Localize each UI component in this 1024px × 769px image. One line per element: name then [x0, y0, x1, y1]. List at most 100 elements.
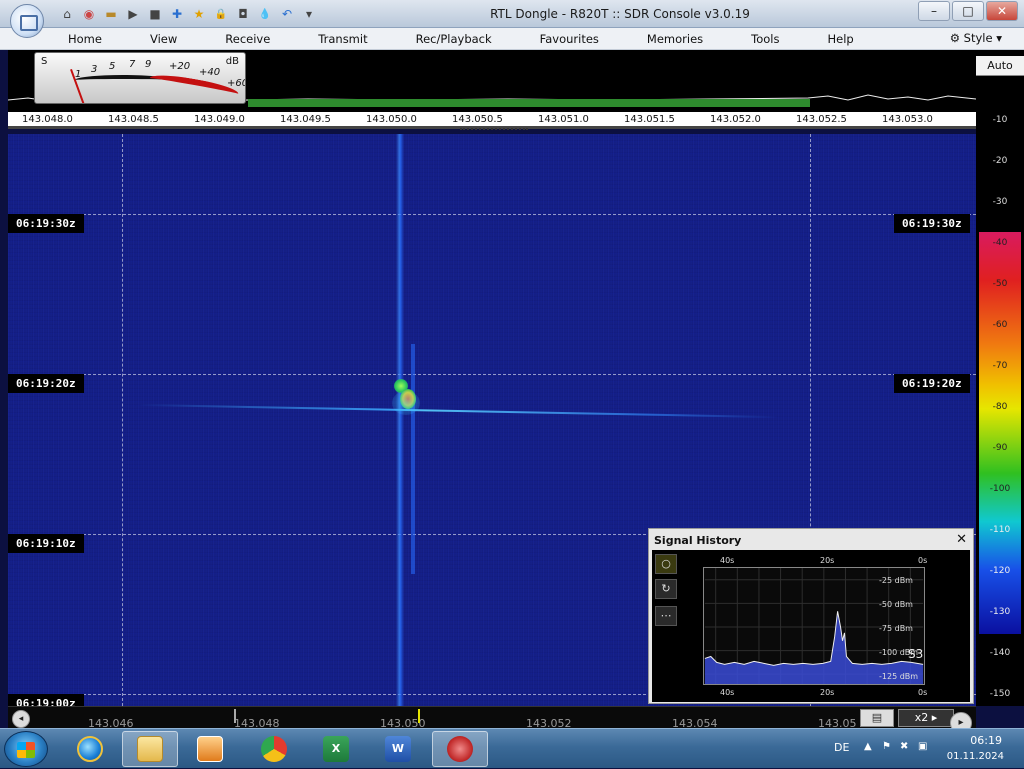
camera-icon[interactable]: ◘	[234, 5, 252, 23]
x-axis-label: 0s	[918, 556, 928, 565]
frequency-tick: 143.053.0	[882, 114, 933, 125]
drop-icon[interactable]: 💧	[256, 5, 274, 23]
close-icon[interactable]: ✕	[956, 532, 967, 547]
tuning-marker[interactable]	[460, 128, 528, 130]
spectrum-display[interactable]: S dB 1 3 5 7 9 +20 +40 +60	[8, 50, 976, 112]
s-reading: S3	[908, 647, 924, 661]
add-icon[interactable]: ✚	[168, 5, 186, 23]
start-button[interactable]	[4, 731, 48, 767]
flag-icon[interactable]: ⚑	[882, 741, 896, 755]
excel-icon: X	[323, 736, 349, 762]
home-icon[interactable]: ⌂	[58, 5, 76, 23]
reset-button[interactable]: ↻	[655, 579, 677, 599]
menu-view[interactable]: View	[126, 32, 201, 46]
frequency-tick: 143.050.5	[452, 114, 503, 125]
menu-bar: Home View Receive Transmit Rec/Playback …	[0, 28, 1024, 50]
taskbar-sdr-console[interactable]	[432, 731, 488, 767]
radio-tower-icon	[447, 736, 473, 762]
grid-line	[8, 214, 976, 215]
frequency-tick: 143.049.0	[194, 114, 245, 125]
style-icon: ⚙	[949, 31, 964, 45]
maximize-button[interactable]: □	[952, 1, 984, 21]
play-icon[interactable]: ▶	[124, 5, 142, 23]
menu-memories[interactable]: Memories	[623, 32, 727, 46]
time-label: 06:19:00z	[8, 694, 84, 706]
taskbar-internet-explorer[interactable]	[62, 731, 118, 767]
network-icon[interactable]: ▣	[918, 741, 932, 755]
style-menu[interactable]: ⚙ Style ▾	[950, 31, 1002, 45]
s-meter-scale-label: 3	[91, 64, 98, 75]
s-meter-scale-label: 5	[109, 61, 116, 72]
taskbar-excel[interactable]: X	[308, 731, 364, 767]
x-axis-label: 20s	[820, 688, 835, 697]
style-label: Style	[963, 31, 993, 45]
s-meter-scale-label: 7	[129, 59, 136, 70]
doppler-trace	[138, 403, 778, 419]
language-indicator[interactable]: DE	[834, 741, 849, 754]
menu-help[interactable]: Help	[803, 32, 877, 46]
menu-favourites[interactable]: Favourites	[516, 32, 623, 46]
app-logo-icon[interactable]	[10, 4, 44, 38]
zoom-button[interactable]: x2 ▸	[898, 709, 954, 727]
minimize-button[interactable]: –	[918, 1, 950, 21]
dropdown-icon[interactable]: ▾	[300, 5, 318, 23]
db-tick: -10	[992, 115, 1008, 125]
frequency-tick: 143.048.5	[108, 114, 159, 125]
taskbar: X W DE ▲ ⚑ ✖ ▣ 06:19 01.11.2024	[0, 728, 1024, 768]
auto-level-button[interactable]: Auto	[976, 56, 1024, 76]
menu-home[interactable]: Home	[44, 32, 126, 46]
taskbar-file-explorer[interactable]	[122, 731, 178, 767]
s-meter: S dB 1 3 5 7 9 +20 +40 +60	[34, 52, 246, 104]
s-meter-scale-label: +40	[199, 67, 221, 78]
taskbar-media-player[interactable]	[182, 731, 238, 767]
folder-icon[interactable]: ▬	[102, 5, 120, 23]
scroll-left-button[interactable]: ◂	[12, 710, 30, 728]
time-label: 06:19:10z	[8, 534, 84, 553]
taskbar-word[interactable]: W	[370, 731, 426, 767]
y-axis-label: -125 dBm	[879, 672, 919, 681]
db-tick: -20	[992, 156, 1008, 166]
carrier-signal	[396, 134, 404, 706]
frequency-scale[interactable]: 143.048.0 143.048.5 143.049.0 143.049.5 …	[8, 112, 976, 130]
taskbar-chrome[interactable]	[246, 731, 302, 767]
lock-icon[interactable]: 🔒	[212, 5, 230, 23]
frequency-tick: 143.051.0	[538, 114, 589, 125]
record-button[interactable]: ○	[655, 554, 677, 574]
db-scale: Auto -10 -20 -30 -40 -50 -60 -70 -80 -90…	[976, 50, 1024, 706]
db-tick: -30	[992, 197, 1008, 207]
star-icon[interactable]: ★	[190, 5, 208, 23]
visible-range-slider[interactable]	[234, 709, 420, 723]
db-tick: -50	[992, 279, 1008, 289]
speaker-icon[interactable]: ▤	[860, 709, 894, 727]
show-hidden-icons-icon[interactable]: ▲	[864, 741, 878, 755]
menu-receive[interactable]: Receive	[201, 32, 294, 46]
chevron-down-icon: ▾	[996, 31, 1002, 45]
time-label: 06:19:20z	[8, 374, 84, 393]
security-icon[interactable]: ✖	[900, 741, 914, 755]
signal-burst	[392, 379, 422, 419]
y-axis-label: -75 dBm	[879, 624, 913, 633]
s-meter-scale-label: +20	[169, 61, 191, 72]
db-tick: -110	[989, 525, 1011, 535]
passband-indicator	[248, 99, 810, 107]
menu-transmit[interactable]: Transmit	[294, 32, 391, 46]
close-button[interactable]: ✕	[986, 1, 1018, 21]
signal-history-window[interactable]: Signal History ✕ ○ ↻ ⋯ 40s 20s 0s -25 dB…	[648, 528, 974, 704]
time-label: 06:19:30z	[894, 214, 970, 233]
zoom-label: x2	[914, 711, 929, 724]
undo-icon[interactable]: ↶	[278, 5, 296, 23]
frequency-tick: 143.048.0	[22, 114, 73, 125]
time-label: 06:19:20z	[894, 374, 970, 393]
menu-tools[interactable]: Tools	[727, 32, 803, 46]
system-tray: DE ▲ ⚑ ✖ ▣ 06:19 01.11.2024	[794, 729, 1024, 769]
clock-date[interactable]: 01.11.2024	[947, 751, 1004, 762]
media-player-icon	[197, 736, 223, 762]
db-tick: -100	[989, 484, 1011, 494]
lifebuoy-icon[interactable]: ◉	[80, 5, 98, 23]
clock-time[interactable]: 06:19	[970, 734, 1002, 747]
db-tick: -70	[992, 361, 1008, 371]
more-button[interactable]: ⋯	[655, 606, 677, 626]
bottom-frequency-bar[interactable]: ◂ 143.046 143.048 143.050 143.052 143.05…	[8, 706, 976, 730]
menu-rec-playback[interactable]: Rec/Playback	[392, 32, 516, 46]
stop-icon[interactable]: ■	[146, 5, 164, 23]
